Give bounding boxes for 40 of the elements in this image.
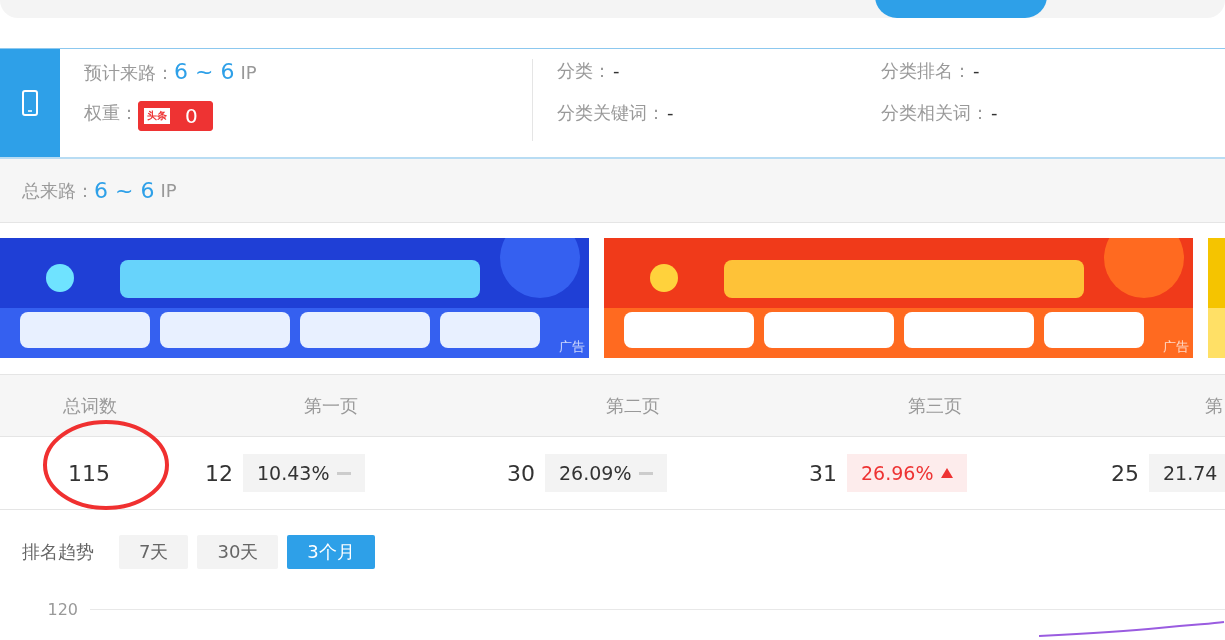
range-button[interactable]: 3个月 <box>287 535 375 569</box>
up-triangle-icon <box>941 468 954 478</box>
weight-value: 0 <box>184 104 199 128</box>
section-title: 排名趋势 <box>22 540 94 564</box>
value: - <box>667 102 674 123</box>
traffic-value: 6 ~ 6 <box>94 178 155 203</box>
unit-label: IP <box>160 180 177 201</box>
range-button[interactable]: 30天 <box>197 535 279 569</box>
column-header: 第 <box>1086 375 1225 437</box>
y-axis-label: 120 <box>46 599 79 619</box>
label: 分类相关词： <box>881 101 989 125</box>
ad-label: 广告 <box>559 338 585 356</box>
page-count: 12 <box>205 460 233 486</box>
percent-chip: 21.74 <box>1149 454 1225 492</box>
label: 总来路： <box>22 178 94 203</box>
percent-chip: 26.96% <box>847 454 968 492</box>
column-header: 第一页 <box>180 375 482 437</box>
label: 分类关键词： <box>557 101 665 125</box>
column-header: 第二页 <box>482 375 784 437</box>
badge-logo: 头条 <box>143 107 171 125</box>
label: 权重： <box>84 101 138 125</box>
value: - <box>973 60 980 81</box>
page-count: 25 <box>1111 460 1139 486</box>
ad-label: 广告 <box>1163 338 1189 356</box>
value: - <box>613 60 620 81</box>
value: - <box>991 102 998 123</box>
column-header: 总词数 <box>0 375 180 437</box>
traffic-value: 6 ~ 6 <box>174 59 235 84</box>
range-button[interactable]: 7天 <box>119 535 189 569</box>
label: 分类排名： <box>881 59 971 83</box>
unit-label: IP <box>240 62 257 83</box>
column-header: 第三页 <box>784 375 1086 437</box>
phone-icon <box>22 90 38 116</box>
page-count: 31 <box>809 460 837 486</box>
label: 预计来路： <box>84 61 174 85</box>
total-count: 115 <box>68 460 110 486</box>
label: 分类： <box>557 59 611 83</box>
percent-chip: 10.43% <box>243 454 366 492</box>
percent-chip: 26.09% <box>545 454 668 492</box>
page-count: 30 <box>507 460 535 486</box>
